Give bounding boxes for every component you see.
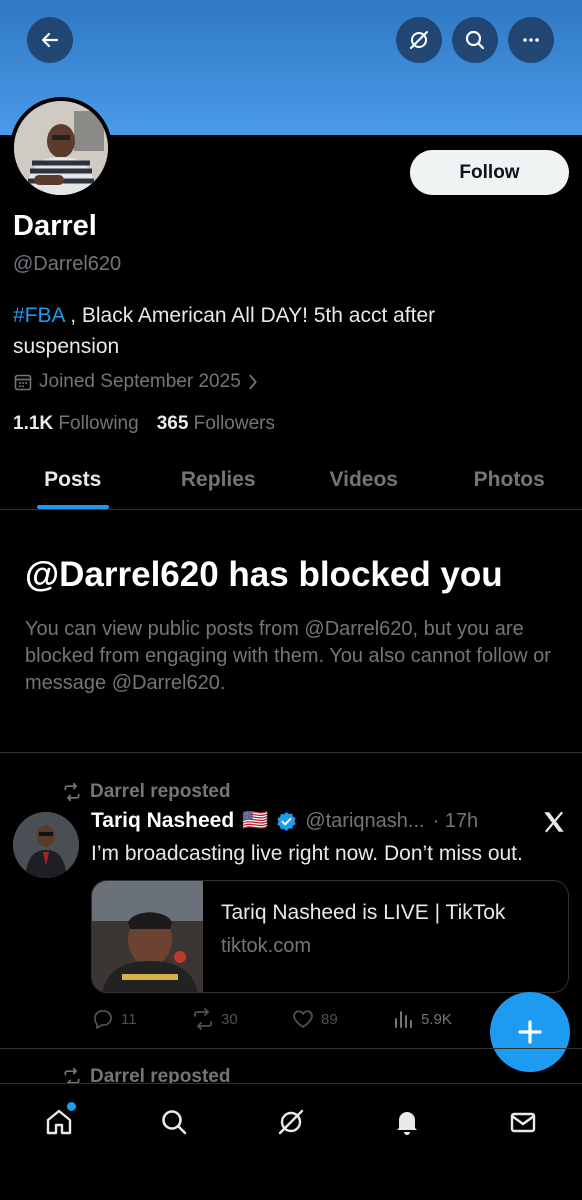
nav-grok[interactable] (271, 1102, 311, 1142)
repost-count: 30 (221, 1010, 238, 1028)
bio-text: , Black American All DAY! 5th acct after… (13, 304, 436, 358)
joined-text: Joined September 2025 (39, 371, 241, 392)
views-button[interactable]: 5.9K (391, 1007, 471, 1031)
author-photo (13, 812, 79, 878)
profile-tabs: Posts Replies Videos Photos (0, 450, 582, 510)
link-card[interactable]: Tariq Nasheed is LIVE | TikTok tiktok.co… (91, 880, 569, 993)
tab-videos[interactable]: Videos (291, 450, 437, 509)
search-icon (465, 30, 485, 50)
nav-search[interactable] (154, 1102, 194, 1142)
repost-action-icon (194, 1008, 212, 1030)
chevron-right-icon (249, 374, 257, 390)
profile-avatar[interactable] (10, 97, 112, 199)
like-button[interactable]: 89 (291, 1007, 391, 1031)
more-button[interactable] (508, 17, 554, 63)
divider (0, 1048, 582, 1049)
link-card-image (92, 881, 203, 992)
profile-bio: #FBA , Black American All DAY! 5th acct … (13, 300, 533, 362)
views-icon (395, 1011, 412, 1028)
profile-handle: @Darrel620 (13, 253, 122, 275)
post-text: I’m broadcasting live right now. Don’t m… (91, 842, 523, 865)
avatar-photo (14, 101, 108, 195)
followers-count: 365 (156, 413, 189, 434)
divider (0, 752, 582, 753)
verified-badge-icon (277, 811, 297, 831)
post-author-name[interactable]: Tariq Nasheed (91, 809, 234, 833)
heart-icon (293, 1010, 313, 1028)
link-card-title: Tariq Nasheed is LIVE | TikTok (221, 901, 506, 924)
nav-messages[interactable] (503, 1102, 543, 1142)
arrow-left-icon (41, 32, 59, 48)
bottom-navigation (0, 1083, 582, 1200)
x-logo-icon[interactable] (541, 809, 567, 835)
following-label: Following (58, 413, 139, 434)
mail-icon (510, 1112, 536, 1133)
post-author-avatar[interactable] (13, 812, 79, 878)
reply-count: 11 (121, 1010, 137, 1028)
post-time: · 17h (432, 809, 479, 832)
grok-button[interactable] (396, 17, 442, 63)
joined-date[interactable]: Joined September 2025 (13, 371, 259, 393)
blocked-description: You can view public posts from @Darrel62… (25, 618, 551, 694)
repost-button[interactable]: 30 (191, 1007, 291, 1031)
views-count: 5.9K (421, 1010, 452, 1028)
compose-post-button[interactable] (490, 992, 570, 1072)
card-photo (92, 881, 203, 992)
profile-stats: 1.1K Following 365 Followers (13, 413, 275, 435)
reply-button[interactable]: 11 (91, 1007, 191, 1031)
more-horizontal-icon (523, 38, 539, 42)
grok-icon (410, 31, 428, 49)
nav-notifications[interactable] (387, 1102, 427, 1142)
followers-link[interactable]: 365 Followers (157, 413, 275, 435)
tab-replies[interactable]: Replies (146, 450, 292, 509)
bell-icon (397, 1112, 417, 1135)
flag-emoji: 🇺🇸 (242, 809, 269, 832)
blocked-title: @Darrel620 has blocked you (25, 555, 503, 594)
following-count: 1.1K (13, 413, 54, 434)
following-link[interactable]: 1.1K Following (13, 413, 139, 435)
bio-hashtag-link[interactable]: #FBA (13, 304, 64, 327)
link-card-domain: tiktok.com (221, 935, 312, 957)
post-author-handle[interactable]: @tariqnash... (305, 810, 424, 833)
post-actions: 11 30 89 5.9K (91, 1004, 471, 1034)
tab-photos[interactable]: Photos (437, 450, 582, 509)
grok-icon (278, 1109, 304, 1135)
repost-indicator: Darrel reposted (62, 781, 230, 803)
followers-label: Followers (193, 413, 275, 434)
notification-dot (67, 1102, 76, 1111)
plus-icon (518, 1020, 542, 1044)
follow-button[interactable]: Follow (410, 150, 569, 195)
tab-posts[interactable]: Posts (0, 450, 146, 509)
back-button[interactable] (27, 17, 73, 63)
avatar (14, 101, 108, 195)
post-header: Tariq Nasheed 🇺🇸 @tariqnash... · 17h (91, 809, 478, 833)
search-icon (162, 1110, 187, 1135)
search-button[interactable] (452, 17, 498, 63)
calendar-icon (14, 374, 32, 391)
repost-icon (64, 782, 80, 802)
nav-home[interactable] (39, 1102, 79, 1142)
like-count: 89 (321, 1010, 338, 1028)
profile-name: Darrel (13, 210, 97, 242)
reply-icon (94, 1010, 112, 1029)
repost-label: Darrel reposted (90, 781, 231, 802)
